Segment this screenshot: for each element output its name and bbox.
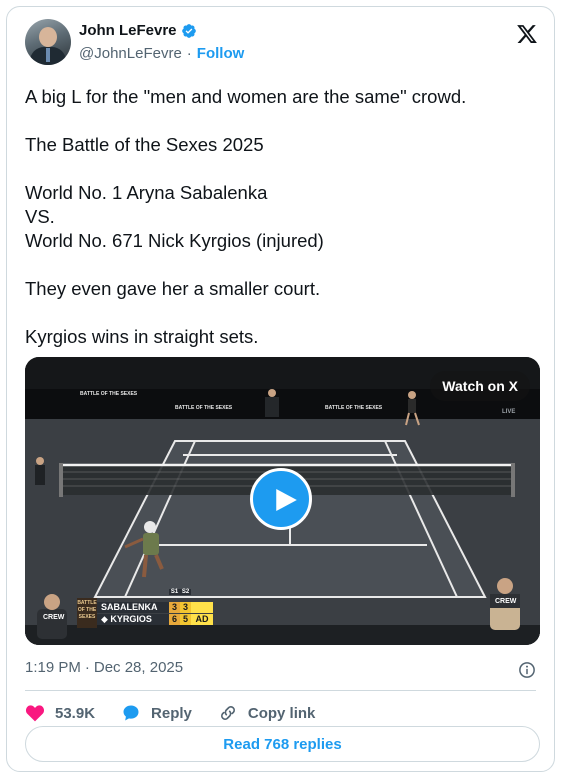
- tweet-card: John LeFevre @JohnLeFevre · Follow A big…: [6, 6, 555, 772]
- copy-link-label: Copy link: [247, 704, 316, 722]
- tweet-line-3c: World No. 671 Nick Kyrgios (injured): [25, 230, 324, 251]
- tweet-text: A big L for the "men and women are the s…: [25, 85, 535, 373]
- player2-set1: 6: [169, 614, 180, 625]
- timestamp-separator: ·: [84, 659, 90, 676]
- sign-2: BATTLE OF THE SEXES: [175, 405, 233, 411]
- heart-icon: [25, 705, 45, 722]
- tweet-line-2: The Battle of the Sexes 2025: [25, 134, 264, 155]
- scoreboard-col-s2: S2: [180, 589, 191, 595]
- scoreboard-row-player2: ◆ KYRGIOS 6 5 AD: [97, 614, 223, 625]
- reply-label: Reply: [151, 704, 192, 722]
- link-icon: [220, 706, 235, 720]
- player1-name: SABALENKA: [97, 602, 169, 613]
- reply-bubble-icon: [123, 705, 139, 721]
- tweet-line-4: They even gave her a smaller court.: [25, 278, 321, 299]
- crew-left-label: CREW: [43, 614, 65, 621]
- tweet-time: 1:19 PM: [25, 659, 81, 676]
- tweet-date: Dec 28, 2025: [93, 659, 184, 676]
- scoreboard: BATTLE OF THE SEXES S1 S2 SABALENKA 3 3 …: [77, 589, 223, 628]
- tweet-timestamp[interactable]: 1:19 PM · Dec 28, 2025: [25, 659, 183, 676]
- scoreboard-col-s1: S1: [169, 589, 180, 595]
- player2-name: ◆ KYRGIOS: [97, 614, 169, 625]
- verified-badge-icon: [181, 23, 196, 38]
- player2-set2: 5: [180, 614, 191, 625]
- avatar[interactable]: [25, 19, 71, 65]
- play-button[interactable]: [250, 468, 312, 530]
- tweet-line-1: A big L for the "men and women are the s…: [25, 86, 467, 107]
- scoreboard-row-player1: SABALENKA 3 3: [97, 602, 223, 613]
- action-bar: 53.9K Reply Copy link: [25, 697, 341, 729]
- player1-set2: 3: [180, 602, 191, 613]
- reply-button[interactable]: Reply: [121, 703, 192, 723]
- line-judge-left: [35, 457, 45, 485]
- divider: [25, 690, 536, 691]
- watch-on-x-button[interactable]: Watch on X: [430, 371, 530, 401]
- handle[interactable]: @JohnLeFevre: [79, 45, 182, 62]
- info-icon[interactable]: [518, 661, 536, 679]
- display-name[interactable]: John LeFevre: [79, 22, 177, 39]
- copy-link-button[interactable]: Copy link: [218, 703, 316, 723]
- read-replies-button[interactable]: Read 768 replies: [25, 726, 540, 762]
- tweet-line-5: Kyrgios wins in straight sets.: [25, 326, 259, 347]
- crew-right-label: CREW: [495, 598, 517, 605]
- x-logo-icon[interactable]: [516, 23, 538, 45]
- like-count: 53.9K: [55, 704, 96, 722]
- sign-1: BATTLE OF THE SEXES: [80, 391, 138, 397]
- live-label: LIVE: [502, 409, 515, 415]
- avatar-face: [39, 27, 57, 47]
- scoreboard-event-tag: BATTLE OF THE SEXES: [77, 598, 97, 628]
- player1-set1: 3: [169, 602, 180, 613]
- sign-3: BATTLE OF THE SEXES: [325, 405, 383, 411]
- player1-point: [191, 602, 213, 613]
- follow-button[interactable]: Follow: [197, 45, 245, 62]
- like-button[interactable]: 53.9K: [25, 703, 95, 723]
- play-icon: [276, 488, 297, 512]
- separator-dot: ·: [186, 45, 192, 62]
- handle-row: @JohnLeFevre · Follow: [79, 45, 244, 62]
- scoreboard-header: S1 S2: [169, 589, 191, 595]
- author-name-row: John LeFevre: [79, 22, 197, 39]
- avatar-tie: [46, 48, 50, 62]
- tweet-line-3a: World No. 1 Aryna Sabalenka: [25, 182, 268, 203]
- video-player[interactable]: CREW CREW BATTLE OF THE SEXES BATTLE OF …: [25, 357, 540, 645]
- player2-point: AD: [191, 614, 213, 625]
- tweet-line-3b: VS.: [25, 206, 55, 227]
